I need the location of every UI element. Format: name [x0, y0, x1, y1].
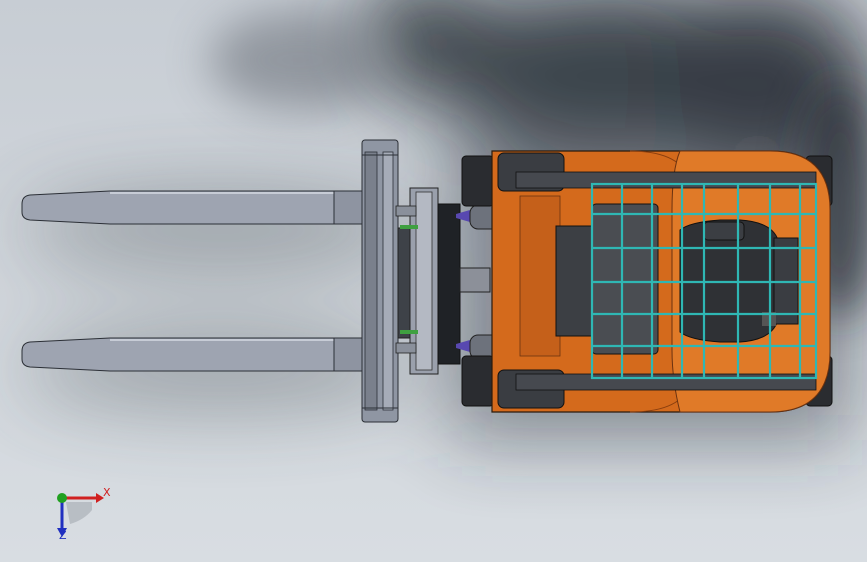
z-axis-label: Z	[59, 529, 67, 542]
graphics-viewport[interactable]: X Z	[0, 0, 867, 562]
forklift-model[interactable]	[0, 0, 867, 562]
y-axis-dot	[57, 493, 67, 503]
x-axis-label: X	[103, 486, 111, 499]
fork-carriage	[361, 139, 399, 423]
fork-upper	[21, 190, 365, 225]
fork-lower	[21, 337, 365, 372]
x-axis-arrow	[62, 493, 104, 503]
orientation-triad	[57, 493, 104, 537]
